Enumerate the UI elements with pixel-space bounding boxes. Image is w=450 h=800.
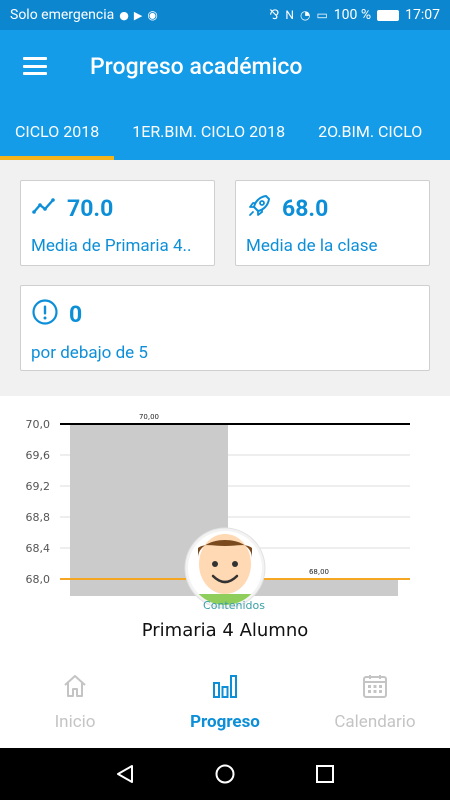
chart-data-label: 70,00 — [139, 413, 159, 421]
trending-up-icon — [31, 193, 57, 223]
battery-icon — [377, 9, 400, 21]
rocket-icon — [246, 193, 272, 223]
chart-data-label: 68,00 — [309, 568, 329, 576]
hamburger-icon — [23, 57, 47, 75]
class-average-value: 68.0 — [282, 194, 329, 222]
chart-y-tick-label: 70,0 — [26, 418, 51, 431]
calendar-icon — [363, 675, 387, 698]
nav-calendario-label: Calendario — [334, 712, 416, 732]
below-five-card[interactable]: 0 por debajo de 5 — [20, 285, 430, 371]
back-icon[interactable] — [114, 763, 136, 785]
status-bar: Solo emergencia ● ▶ ◉ ⅋ N ◔ ▭ 100 % 17:0… — [0, 0, 450, 30]
home-button-icon[interactable] — [214, 763, 236, 785]
home-icon — [64, 675, 86, 697]
primaria-average-label: Media de Primaria 4.. — [31, 236, 192, 256]
tab-ciclo-2018[interactable]: CICLO 2018 — [0, 102, 115, 160]
nav-progreso-label: Progreso — [190, 712, 260, 732]
bar-chart-icon — [213, 675, 237, 698]
tab-1er-bim[interactable]: 1ER.BIM. CICLO 2018 — [114, 102, 300, 160]
menu-button[interactable] — [0, 30, 70, 102]
nfc-icon: N — [285, 8, 294, 22]
system-navigation-bar — [0, 748, 450, 800]
alert-circle-icon — [31, 298, 59, 330]
period-tabs: CICLO 2018 1ER.BIM. CICLO 2018 2O.BIM. C… — [0, 102, 450, 160]
recents-icon[interactable] — [314, 763, 336, 785]
bluetooth-icon: ⅋ — [269, 7, 280, 23]
bottom-navigation: Inicio Progreso Calendario — [0, 656, 450, 748]
below-five-value: 0 — [69, 300, 83, 328]
wifi-icon: ◔ — [299, 8, 311, 22]
chart-svg: 70,0 69,6 69,2 68,8 68,4 68,0 70,00 68,00 Cont… — [26, 413, 410, 641]
below-five-label: por debajo de 5 — [31, 343, 148, 363]
tab-2o-bim[interactable]: 2O.BIM. CICLO — [300, 102, 437, 160]
chart-y-tick-label: 69,2 — [26, 480, 51, 493]
clock-text: 17:07 — [405, 7, 440, 23]
nav-inicio-label: Inicio — [54, 712, 96, 732]
primaria-average-value: 70.0 — [67, 194, 114, 222]
chart-annotation: Contenidos — [203, 599, 265, 612]
carrier-text: Solo emergencia — [10, 7, 115, 23]
page-title: Progreso académico — [90, 52, 303, 80]
main-content: 70.0 Media de Primaria 4.. 68.0 Media de… — [0, 160, 450, 656]
shield-icon: ● — [119, 8, 129, 22]
chart-y-tick-label: 68,4 — [26, 542, 51, 555]
sim-icon: ▭ — [316, 8, 328, 22]
chart-x-label: Primaria 4 Alumno — [142, 620, 309, 641]
nav-inicio[interactable]: Inicio — [0, 656, 150, 748]
class-average-label: Media de la clase — [246, 236, 378, 256]
battery-text: 100 % — [333, 7, 372, 23]
play-store-icon: ▶ — [133, 8, 143, 22]
progress-chart: 70,0 69,6 69,2 68,8 68,4 68,0 70,00 68,00 Cont… — [0, 396, 450, 656]
class-average-card[interactable]: 68.0 Media de la clase — [235, 180, 430, 266]
app-bar: Progreso académico — [0, 30, 450, 102]
nav-calendario[interactable]: Calendario — [300, 656, 450, 748]
chart-y-tick-label: 69,6 — [26, 449, 51, 462]
chart-y-tick-label: 68,8 — [26, 511, 51, 524]
location-icon: ◉ — [147, 8, 158, 22]
chart-bar — [240, 579, 398, 596]
nav-progreso[interactable]: Progreso — [150, 656, 300, 748]
chart-y-tick-label: 68,0 — [26, 573, 51, 586]
primaria-average-card[interactable]: 70.0 Media de Primaria 4.. — [20, 180, 215, 266]
